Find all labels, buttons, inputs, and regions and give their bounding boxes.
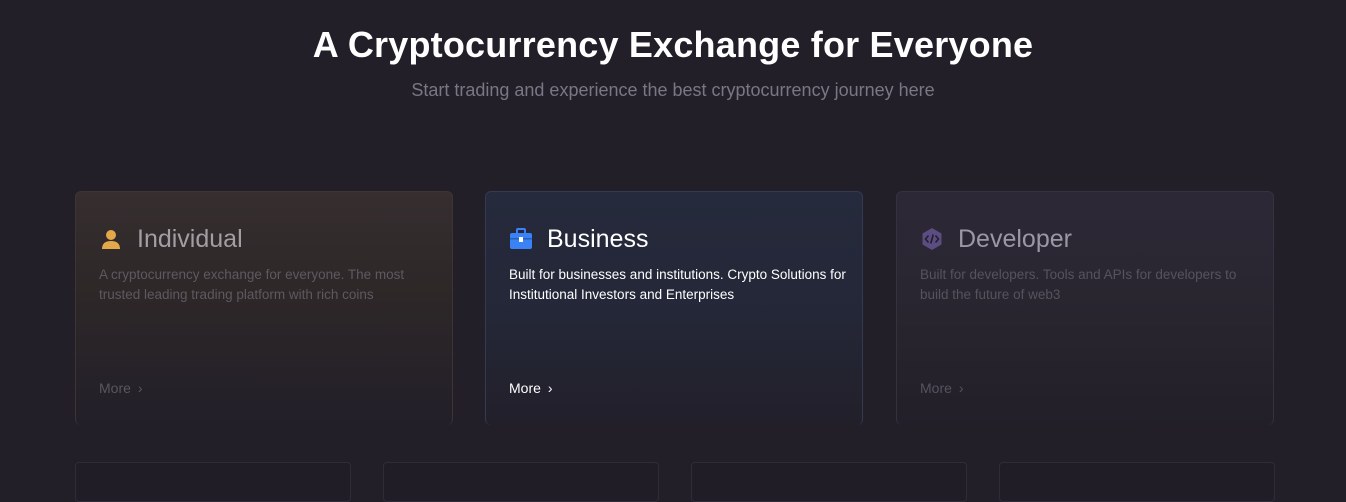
feature-card[interactable] <box>999 462 1275 502</box>
card-description: Built for developers. Tools and APIs for… <box>920 267 1237 302</box>
more-link-label: More <box>509 380 541 396</box>
chevron-right-icon: › <box>547 380 553 396</box>
feature-card[interactable] <box>75 462 351 502</box>
briefcase-icon <box>509 227 533 251</box>
more-link[interactable]: More › <box>99 378 143 398</box>
card-header: Developer <box>920 222 1072 256</box>
card-header: Business <box>509 222 648 256</box>
user-icon <box>99 227 123 251</box>
card-description: A cryptocurrency exchange for everyone. … <box>99 267 405 302</box>
page-title: A Cryptocurrency Exchange for Everyone <box>312 24 1034 65</box>
card-title: Individual <box>137 225 243 253</box>
card-description: Built for businesses and institutions. C… <box>509 267 846 302</box>
feature-card[interactable] <box>691 462 967 502</box>
page-subtitle: Start trading and experience the best cr… <box>411 80 935 100</box>
card-header: Individual <box>99 222 243 256</box>
chevron-right-icon: › <box>137 380 143 396</box>
more-link[interactable]: More › <box>509 378 553 398</box>
more-link-label: More <box>99 380 131 396</box>
code-hexagon-icon <box>920 227 944 251</box>
more-link[interactable]: More › <box>920 378 964 398</box>
card-individual[interactable]: Individual A cryptocurrency exchange for… <box>75 191 453 425</box>
feature-card[interactable] <box>383 462 659 502</box>
more-link-label: More <box>920 380 952 396</box>
card-title: Business <box>547 225 649 253</box>
chevron-right-icon: › <box>958 380 964 396</box>
card-developer[interactable]: Developer Built for developers. Tools an… <box>896 191 1274 425</box>
card-business[interactable]: Business Built for businesses and instit… <box>485 191 863 425</box>
card-title: Developer <box>958 225 1072 253</box>
